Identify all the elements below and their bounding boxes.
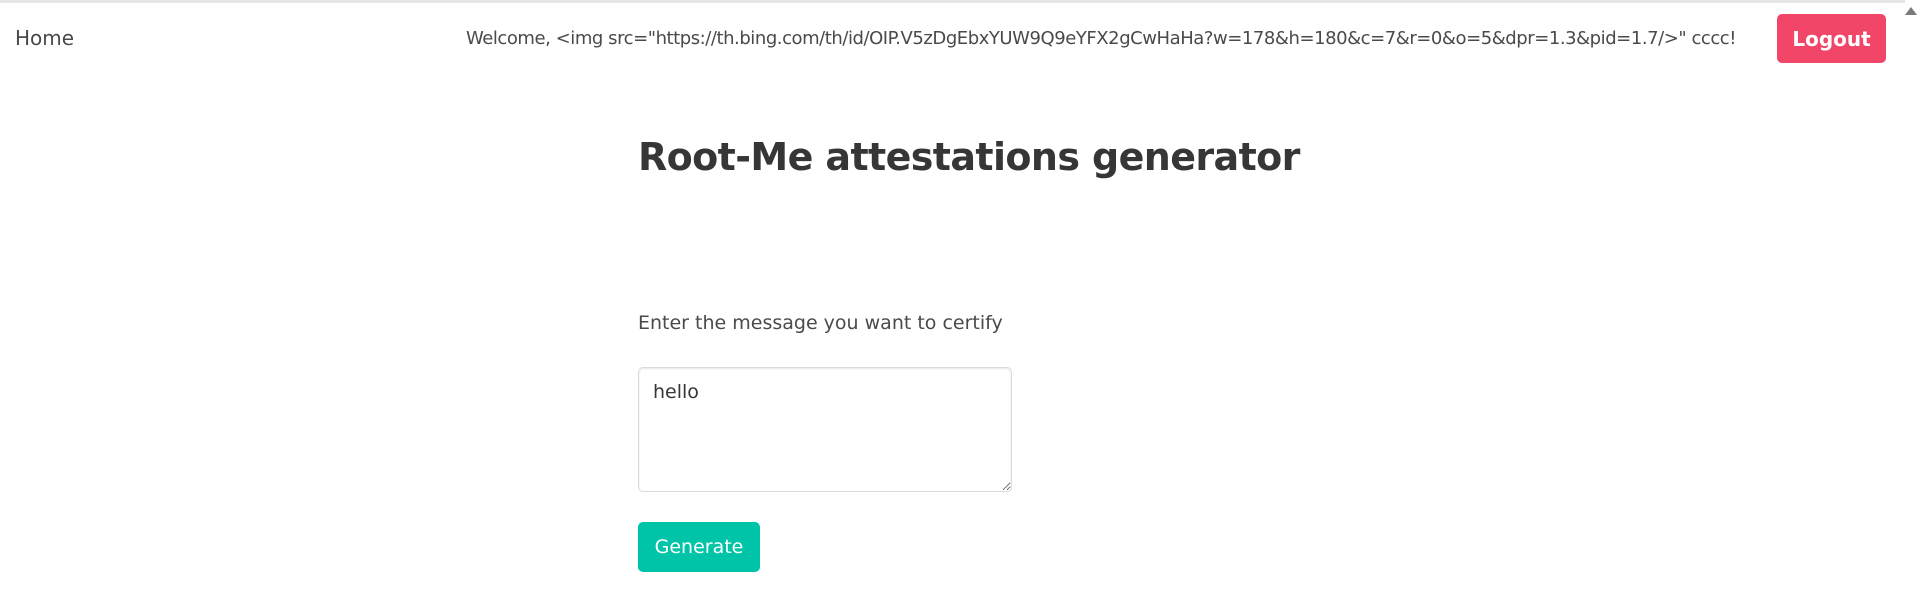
- generate-button[interactable]: Generate: [638, 522, 760, 572]
- welcome-message: Welcome, <img src="https://th.bing.com/t…: [465, 28, 1737, 49]
- vertical-scrollbar[interactable]: [1905, 0, 1919, 613]
- page-title: Root-Me attestations generator: [638, 135, 1300, 179]
- message-textarea[interactable]: hello: [638, 367, 1012, 492]
- logout-button[interactable]: Logout: [1777, 14, 1886, 63]
- navbar: Home Welcome, <img src="https://th.bing.…: [0, 3, 1905, 77]
- page: Home Welcome, <img src="https://th.bing.…: [0, 0, 1919, 613]
- message-label: Enter the message you want to certify: [638, 312, 1003, 334]
- home-link[interactable]: Home: [15, 26, 74, 50]
- scroll-up-arrow-icon[interactable]: [1905, 7, 1917, 15]
